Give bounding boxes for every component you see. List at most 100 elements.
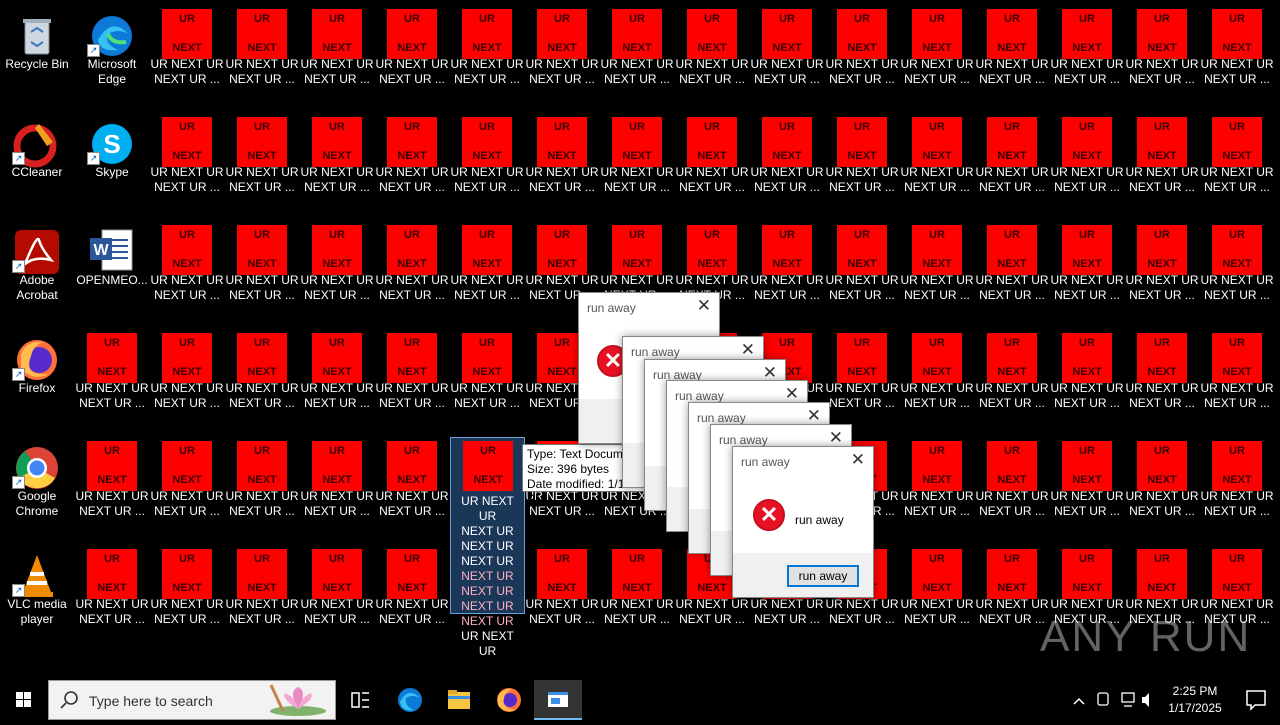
close-icon[interactable]: ✕ — [785, 384, 799, 404]
red-text-file[interactable]: UR NEXT UR NEXT URNEXT UR ... — [150, 6, 224, 110]
red-text-file[interactable]: UR NEXT UR NEXT URNEXT UR ... — [225, 330, 299, 434]
red-text-file[interactable]: UR NEXT UR NEXT URNEXT UR ... — [375, 222, 449, 326]
red-text-file[interactable]: UR NEXT UR NEXT URNEXT UR ... — [300, 546, 374, 650]
red-text-file[interactable]: UR NEXT UR NEXT URNEXT UR ... — [900, 546, 974, 650]
red-text-file[interactable]: UR NEXT UR NEXT URNEXT UR ... — [975, 330, 1049, 434]
red-text-file[interactable]: UR NEXT UR NEXT URNEXT UR ... — [750, 6, 824, 110]
red-text-file[interactable]: UR NEXT UR NEXT URNEXT UR ... — [675, 6, 749, 110]
red-text-file[interactable]: UR NEXT UR NEXT URNEXT UR ... — [975, 546, 1049, 650]
red-text-file[interactable]: UR NEXT UR NEXT URNEXT UR ... — [300, 114, 374, 218]
red-text-file[interactable]: UR NEXT UR NEXT URNEXT UR ... — [900, 6, 974, 110]
ccleaner-shortcut[interactable]: ↗ CCleaner — [0, 114, 74, 218]
red-text-file[interactable]: UR NEXT UR NEXT URNEXT UR ... — [450, 6, 524, 110]
red-text-file[interactable]: UR NEXT UR NEXT URNEXT UR ... — [1125, 438, 1199, 542]
taskbar-active-window[interactable] — [534, 680, 582, 720]
red-text-file[interactable]: UR NEXT UR NEXT URNEXT UR ... — [750, 222, 824, 326]
red-text-file[interactable]: UR NEXT UR NEXT URNEXT UR ... — [150, 438, 224, 542]
acrobat-shortcut[interactable]: ↗ Adobe Acrobat — [0, 222, 74, 326]
red-text-file[interactable]: UR NEXT UR NEXT URNEXT UR ... — [1125, 330, 1199, 434]
red-text-file[interactable]: UR NEXT UR NEXT URNEXT UR ... — [375, 6, 449, 110]
red-text-file[interactable]: UR NEXT UR NEXT URNEXT UR ... — [1050, 222, 1124, 326]
red-text-file[interactable]: UR NEXT UR NEXT URNEXT UR ... — [150, 222, 224, 326]
red-text-file[interactable]: UR NEXT UR NEXT URNEXT UR ... — [1050, 330, 1124, 434]
red-text-file[interactable]: UR NEXT UR NEXT URNEXT UR ... — [225, 546, 299, 650]
red-text-file[interactable]: UR NEXT UR NEXT URNEXT UR ... — [300, 222, 374, 326]
skype-shortcut[interactable]: S ↗ Skype — [75, 114, 149, 218]
red-text-file[interactable]: UR NEXT UR NEXT URNEXT UR ... — [1050, 114, 1124, 218]
red-text-file[interactable]: UR NEXT UR NEXT URNEXT UR ... — [150, 330, 224, 434]
red-text-file[interactable]: UR NEXT UR NEXT URNEXT UR ... — [1200, 222, 1274, 326]
red-text-file[interactable]: UR NEXT UR NEXT URNEXT UR ... — [1200, 438, 1274, 542]
red-text-file[interactable]: UR NEXT UR NEXT URNEXT UR ... — [1050, 438, 1124, 542]
red-text-file[interactable]: UR NEXT UR NEXT URNEXT UR ... — [150, 114, 224, 218]
red-text-file[interactable]: UR NEXT UR NEXT URNEXT UR ... — [225, 114, 299, 218]
red-text-file[interactable]: UR NEXT UR NEXT URNEXT UR ... — [450, 222, 524, 326]
red-text-file[interactable]: UR NEXT UR NEXT URNEXT UR ... — [1200, 6, 1274, 110]
red-text-file[interactable]: UR NEXT UR NEXT URNEXT UR ... — [1200, 114, 1274, 218]
red-text-file[interactable]: UR NEXT UR NEXT URNEXT UR ... — [975, 438, 1049, 542]
red-text-file[interactable]: UR NEXT UR NEXT URNEXT UR ... — [750, 114, 824, 218]
close-icon[interactable]: ✕ — [829, 428, 843, 448]
firefox-shortcut[interactable]: ↗ Firefox — [0, 330, 74, 434]
red-text-file[interactable]: UR NEXT UR NEXT URNEXT UR ... — [375, 114, 449, 218]
red-text-file[interactable]: UR NEXT UR NEXT URNEXT UR ... — [825, 114, 899, 218]
close-icon[interactable]: ✕ — [851, 450, 865, 470]
red-text-file[interactable]: UR NEXT UR NEXT URNEXT UR ... — [1125, 6, 1199, 110]
edge-shortcut[interactable]: ↗ Microsoft Edge — [75, 6, 149, 110]
taskbar-file-explorer[interactable] — [435, 680, 483, 720]
red-text-file[interactable]: UR NEXT UR NEXT URNEXT UR ... — [975, 114, 1049, 218]
red-text-file[interactable]: UR NEXT UR NEXT URNEXT UR ... — [675, 114, 749, 218]
red-text-file[interactable]: UR NEXT UR NEXT URNEXT UR ... — [375, 330, 449, 434]
start-button[interactable] — [0, 680, 48, 720]
task-view-button[interactable] — [336, 680, 384, 720]
red-text-file[interactable]: UR NEXT UR NEXT URNEXT UR ... — [225, 222, 299, 326]
taskbar-firefox[interactable] — [485, 680, 533, 720]
red-text-file[interactable]: UR NEXT UR NEXT URNEXT UR ... — [225, 438, 299, 542]
red-text-file[interactable]: UR NEXT UR NEXT URNEXT UR ... — [900, 114, 974, 218]
red-text-file[interactable]: UR NEXT UR NEXT URNEXT UR ... — [525, 114, 599, 218]
red-text-file[interactable]: UR NEXT UR NEXT URNEXT UR ... — [1200, 330, 1274, 434]
red-text-file[interactable]: UR NEXT UR NEXT URNEXT UR ... — [825, 330, 899, 434]
close-icon[interactable]: ✕ — [807, 406, 821, 426]
selected-text-file[interactable]: UR NEXT UR NEXT UR NEXT UR NEXT UR NEXT UR NE… — [450, 437, 525, 658]
red-text-file[interactable]: UR NEXT UR NEXT URNEXT UR ... — [525, 6, 599, 110]
red-text-file[interactable]: UR NEXT UR NEXT URNEXT UR ... — [300, 6, 374, 110]
red-text-file[interactable]: UR NEXT UR NEXT URNEXT UR ... — [75, 330, 149, 434]
red-text-file[interactable]: UR NEXT UR NEXT URNEXT UR ... — [450, 330, 524, 434]
red-text-file[interactable]: UR NEXT UR NEXT URNEXT UR ... — [600, 546, 674, 650]
red-text-file[interactable]: UR NEXT UR NEXT URNEXT UR ... — [825, 222, 899, 326]
red-text-file[interactable]: UR NEXT UR NEXT URNEXT UR ... — [300, 330, 374, 434]
red-text-file[interactable]: UR NEXT UR NEXT URNEXT UR ... — [150, 546, 224, 650]
red-text-file[interactable]: UR NEXT UR NEXT URNEXT UR ... — [375, 546, 449, 650]
search-box[interactable]: Type here to search — [48, 680, 336, 720]
notifications-button[interactable] — [1232, 680, 1280, 720]
red-text-file[interactable]: UR NEXT UR NEXT URNEXT UR ... — [1125, 222, 1199, 326]
red-text-file[interactable]: UR NEXT UR NEXT URNEXT UR ... — [75, 546, 149, 650]
red-text-file[interactable]: UR NEXT UR NEXT URNEXT UR ... — [450, 114, 524, 218]
vlc-shortcut[interactable]: ↗ VLC media player — [0, 546, 74, 650]
recycle-bin-shortcut[interactable]: Recycle Bin — [0, 6, 74, 110]
red-text-file[interactable]: UR NEXT UR NEXT URNEXT UR ... — [825, 6, 899, 110]
red-text-file[interactable]: UR NEXT UR NEXT URNEXT UR ... — [600, 6, 674, 110]
clock[interactable]: 2:25 PM 1/17/2025 — [1160, 683, 1230, 717]
red-text-file[interactable]: UR NEXT UR NEXT URNEXT UR ... — [600, 114, 674, 218]
red-text-file[interactable]: UR NEXT UR NEXT URNEXT UR ... — [975, 222, 1049, 326]
error-dialog-front[interactable]: run away ✕ ✕ run away run away — [732, 446, 874, 598]
close-icon[interactable]: ✕ — [697, 296, 711, 316]
red-text-file[interactable]: UR NEXT UR NEXT URNEXT UR ... — [525, 546, 599, 650]
close-icon[interactable]: ✕ — [741, 340, 755, 360]
taskbar-edge[interactable] — [386, 680, 434, 720]
red-text-file[interactable]: UR NEXT UR NEXT URNEXT UR ... — [300, 438, 374, 542]
red-text-file[interactable]: UR NEXT UR NEXT URNEXT UR ... — [225, 6, 299, 110]
red-text-file[interactable]: UR NEXT UR NEXT URNEXT UR ... — [1050, 6, 1124, 110]
red-text-file[interactable]: UR NEXT UR NEXT URNEXT UR ... — [975, 6, 1049, 110]
red-text-file[interactable]: UR NEXT UR NEXT URNEXT UR ... — [1125, 114, 1199, 218]
chrome-shortcut[interactable]: ↗ Google Chrome — [0, 438, 74, 542]
red-text-file[interactable]: UR NEXT UR NEXT URNEXT UR ... — [75, 438, 149, 542]
run-away-button[interactable]: run away — [787, 565, 859, 587]
red-text-file[interactable]: UR NEXT UR NEXT URNEXT UR ... — [900, 222, 974, 326]
red-text-file[interactable]: UR NEXT UR NEXT URNEXT UR ... — [900, 438, 974, 542]
red-text-file[interactable]: UR NEXT UR NEXT URNEXT UR ... — [375, 438, 449, 542]
red-text-file[interactable]: UR NEXT UR NEXT URNEXT UR ... — [900, 330, 974, 434]
word-document-file[interactable]: W OPENMEO... — [75, 222, 149, 326]
